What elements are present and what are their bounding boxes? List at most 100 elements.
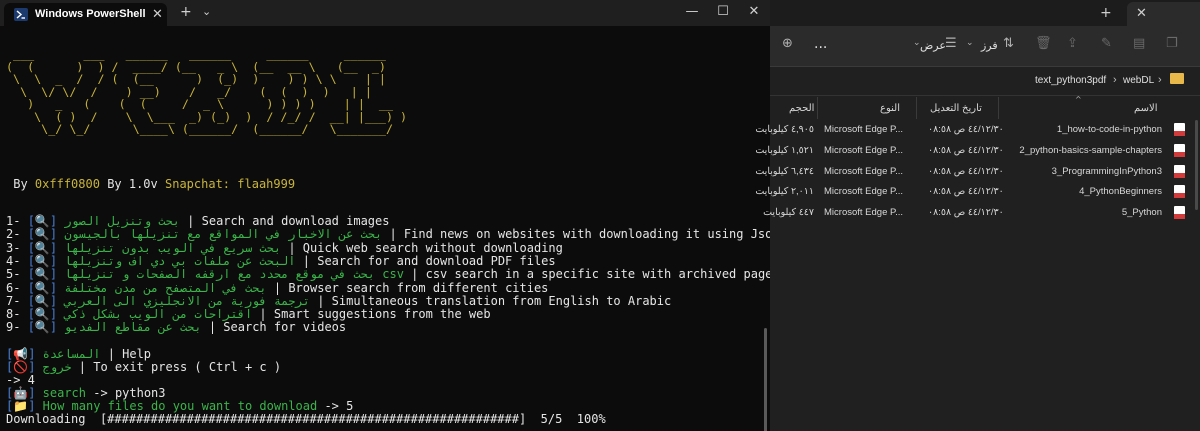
folder-icon: 📁	[13, 399, 29, 413]
breadcrumb-webdl[interactable]: webDL	[1123, 75, 1154, 86]
breadcrumb-separator: ›	[1113, 74, 1117, 86]
menu-item: 9- [🔍] بحث عن مقاطع الفديو | Search for …	[6, 320, 347, 335]
column-modified[interactable]: تاريخ التعديل	[930, 103, 982, 114]
rename-icon[interactable]: ✎	[1101, 36, 1112, 51]
paste-icon[interactable]: ▤	[1133, 36, 1145, 51]
menu-item: 4- [🔍] البحث عن ملفات بي دي اف وتنزيلها …	[6, 253, 556, 268]
file-modified: ٤٤/١٢/٣٠ ص ٠٨:٥٨	[928, 207, 1004, 219]
file-row[interactable]: 2_python-basics-sample-chapters ٤٤/١٢/٣٠ …	[755, 141, 1200, 162]
progress-bar: [#######################################…	[99, 412, 527, 426]
pdf-file-icon	[1174, 185, 1185, 199]
column-divider	[817, 97, 818, 119]
explorer-toolbar: ⊕ ... ⌄ عرض ☰ ⌄ فرز ⇅ 🗑 ⇪ ✎ ▤ ❐	[770, 26, 1200, 67]
menu-item-arabic: بحث وتنزيل الصور	[64, 214, 180, 228]
sort-icon[interactable]: ⇅	[1003, 36, 1014, 51]
column-type[interactable]: النوع	[880, 103, 900, 114]
folder-icon	[1170, 73, 1184, 84]
download-progress: Downloading [###########################…	[6, 412, 606, 426]
new-tab-icon[interactable]: +	[180, 4, 192, 20]
minimize-icon[interactable]: —	[682, 2, 702, 22]
file-row[interactable]: 5_Python ٤٤/١٢/٣٠ ص ٠٨:٥٨ Microsoft Edge P…	[763, 203, 1200, 224]
breadcrumb-separator: ›	[1158, 74, 1162, 86]
powershell-window: Windows PowerShell ✕ + ⌄ — ☐ ✕ ___ ___ _…	[0, 0, 770, 431]
column-name[interactable]: الاسم	[1134, 103, 1158, 114]
terminal-scrollbar[interactable]	[764, 328, 767, 431]
file-name: 3_ProgrammingInPython3	[1051, 165, 1162, 177]
file-modified: ٤٤/١٢/٣٠ ص ٠٨:٥٨	[928, 186, 1004, 198]
file-size: ٦,٤٣٤ كيلوبايت	[755, 165, 814, 177]
menu-item-arabic: بحث سريع في الويب بدون تنزيلها	[64, 240, 282, 255]
help-icon: 📢	[13, 347, 29, 361]
menu-item: 7- [🔍] ترجمة فورية من الانجليزي الى العر…	[6, 293, 672, 308]
more-options-icon[interactable]: ...	[814, 36, 827, 52]
breadcrumb-current-folder[interactable]: text_python3pdf	[1035, 75, 1106, 86]
file-row[interactable]: 3_ProgrammingInPython3 ٤٤/١٢/٣٠ ص ٠٨:٥٨ Mi…	[755, 162, 1200, 183]
file-name: 5_Python	[1121, 207, 1162, 219]
file-row[interactable]: 4_PythonBeginners ٤٤/١٢/٣٠ ص ٠٨:٥٨ Microso…	[755, 182, 1200, 203]
file-name: 2_python-basics-sample-chapters	[1019, 144, 1162, 156]
close-tab-icon[interactable]: ✕	[152, 7, 163, 22]
magnifier-icon: 🔍	[34, 280, 50, 295]
share-icon[interactable]: ⇪	[1067, 36, 1078, 51]
terminal-output[interactable]: ___ ___ ______ ______ ______ ______ ( ( …	[0, 28, 770, 431]
explorer-tab[interactable]: ✕	[1127, 2, 1200, 26]
magnifier-icon: 🔍	[34, 320, 50, 335]
credit-line: By 0xfff0800 By 1.0v Snapchat: flaah999	[13, 177, 296, 191]
delete-icon[interactable]: 🗑	[1035, 36, 1052, 51]
chevron-down-icon[interactable]: ⌄	[202, 5, 211, 18]
menu-item-english: | Search for videos	[208, 320, 347, 335]
menu-item-english: | Quick web search without downloading	[288, 240, 563, 255]
magnifier-icon: 🔍	[34, 240, 50, 255]
magnifier-icon: 🔍	[34, 307, 50, 322]
pdf-file-icon	[1174, 123, 1185, 136]
menu-item-english: | Smart suggestions from the web	[259, 307, 491, 322]
magnifier-icon: 🔍	[34, 253, 50, 268]
explorer-scrollbar[interactable]	[1195, 120, 1198, 210]
sort-indicator-icon: ^	[1075, 95, 1082, 104]
copy-icon[interactable]: ❐	[1166, 36, 1178, 51]
file-modified: ٤٤/١٢/٣٠ ص ٠٨:٥٨	[928, 124, 1004, 135]
menu-item-english: | Browser search from different cities	[273, 280, 549, 295]
magnifier-icon: 🔍	[34, 227, 50, 242]
magnifier-icon: 🔍	[34, 214, 50, 228]
pdf-file-icon	[1174, 164, 1185, 178]
menu-item-arabic: بحث عن مقاطع الفديو	[64, 320, 202, 335]
close-tab-icon[interactable]: ✕	[1136, 6, 1147, 21]
exit-line: [🚫] خروج | To exit press ( Ctrl + c )	[6, 360, 282, 374]
maximize-icon[interactable]: ☐	[713, 2, 733, 22]
robot-icon: 🤖	[13, 386, 29, 400]
powershell-tab[interactable]: Windows PowerShell ✕	[4, 3, 167, 26]
menu-item-english: | Find news on websites with downloading…	[389, 227, 770, 242]
file-name: 1_how-to-code-in-python	[1056, 124, 1162, 135]
view-button-label[interactable]: عرض	[920, 39, 946, 52]
file-row[interactable]: 1_how-to-code-in-python ٤٤/١٢/٣٠ ص ٠٨:٥٨ M…	[755, 120, 1200, 141]
file-size: ٤٤٧ كيلوبايت	[763, 207, 814, 219]
new-tab-icon[interactable]: +	[1100, 5, 1112, 21]
pdf-file-icon	[1174, 143, 1185, 157]
file-modified: ٤٤/١٢/٣٠ ص ٠٨:٥٨	[928, 165, 1004, 177]
terminal-titlebar: Windows PowerShell ✕ + ⌄ — ☐ ✕	[0, 0, 770, 26]
tab-title: Windows PowerShell	[35, 8, 146, 20]
file-type: Microsoft Edge P...	[824, 165, 904, 177]
menu-item: 2- [🔍] بحث عن الاخبار في المواقع مع تنزي…	[6, 228, 770, 241]
view-icon[interactable]: ☰	[945, 36, 957, 51]
menu-item-arabic: بحث في المتصفح من مدن مختلفة	[64, 280, 267, 295]
file-type: Microsoft Edge P...	[824, 207, 904, 219]
menu-item: 5- [🔍] بحث في موقع محدد مع ارقفه الصفحات…	[6, 268, 770, 281]
menu-item-english: | csv search in a specific site with arc…	[411, 267, 770, 282]
file-type: Microsoft Edge P...	[824, 144, 904, 156]
column-size[interactable]: الحجم	[789, 103, 814, 114]
ascii-banner: ___ ___ ______ ______ ______ ______ ( ( …	[6, 47, 408, 136]
close-window-icon[interactable]: ✕	[744, 2, 764, 22]
menu-item: 3- [🔍] بحث سريع في الويب بدون تنزيلها | …	[6, 240, 563, 255]
file-type: Microsoft Edge P...	[824, 124, 904, 135]
no-entry-icon: 🚫	[13, 360, 29, 374]
column-divider	[998, 97, 999, 119]
sort-chevron-icon[interactable]: ⌄	[966, 38, 974, 48]
address-bar[interactable]: › webDL › text_python3pdf	[770, 67, 1200, 96]
menu-item: 6- [🔍] بحث في المتصفح من مدن مختلفة | Br…	[6, 280, 549, 295]
sort-button-label[interactable]: فرز	[981, 39, 998, 52]
new-item-icon[interactable]: ⊕	[782, 36, 793, 51]
magnifier-icon: 🔍	[34, 267, 50, 282]
menu-item-arabic: ترجمة فورية من الانجليزي الى العربي	[64, 293, 310, 308]
